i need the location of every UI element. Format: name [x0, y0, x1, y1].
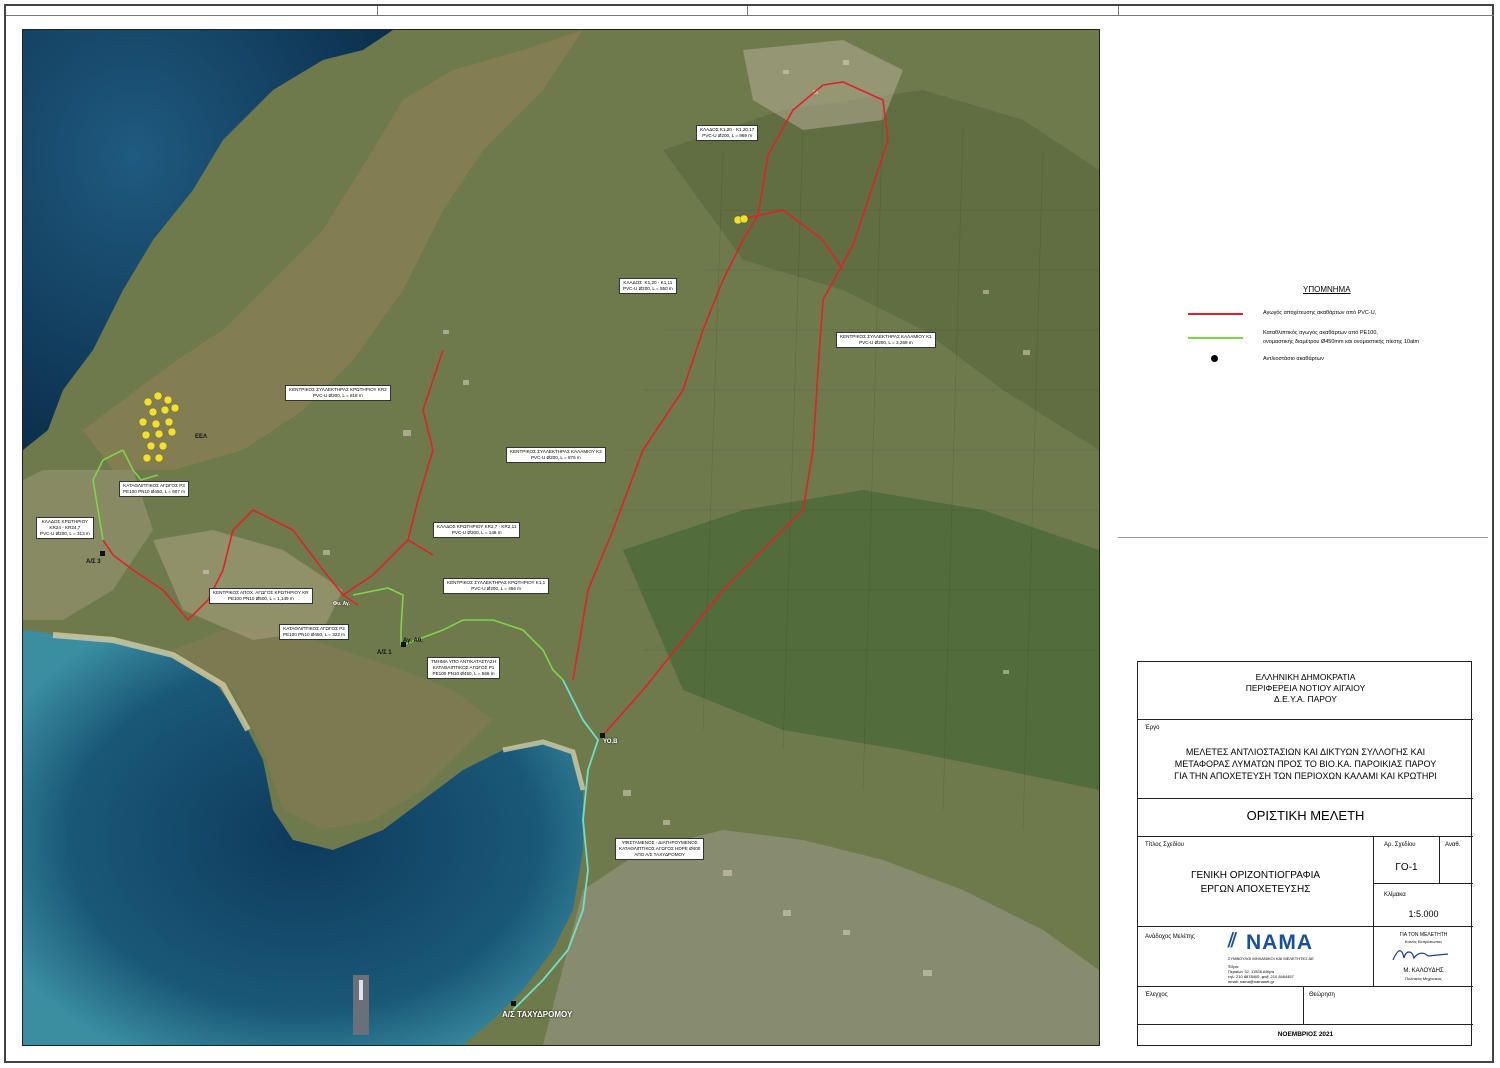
label-deal: ΕΕΛ: [195, 434, 208, 440]
label-ag: Αγ. Αθ.: [403, 638, 423, 644]
label-as3: Α/Σ 3: [86, 559, 101, 565]
divider: [1303, 986, 1304, 1024]
callout-yfistamenos: ΥΦΙΣΤΑΜΕΝΟΣ - ΔΙΑΤΗΡΟΥΜΕΝΟΣ ΚΑΤΑΘΛΙΠΤΙΚΟΣ…: [615, 838, 705, 860]
scale: 1:5.000: [1408, 909, 1439, 919]
right-divider: [1118, 537, 1488, 538]
top-strip: [6, 6, 1494, 16]
company-logo: NAMA: [1246, 931, 1313, 954]
title-block: ΕΛΛΗΝΙΚΗ ΔΗΜΟΚΡΑΤΙΑ ΠΕΡΙΦΕΡΕΙΑ ΝΟΤΙΟΥ ΑΙ…: [1137, 661, 1473, 1046]
pump-marker: [733, 214, 749, 225]
nama-logo-icon: ⫽: [1228, 930, 1237, 952]
legend-item-pump: Αντλιοστάσιο ακαθάρτων: [1263, 356, 1324, 362]
divider: [1138, 719, 1473, 720]
approval-label: Θεώρηση: [1309, 992, 1335, 998]
label-kr: Φυ. Αγ.: [333, 601, 351, 607]
callout-kentrikos-k1-1: ΚΕΝΤΡΙΚΟΣ ΣΥΛΛΕΚΤΗΡΑΣ ΚΡΩΤΗΡΙΟΥ Κ1,1 PVC-…: [443, 578, 550, 594]
callout-k1-20-k1-11: ΚΛΑΔΟΣ Κ1,20 - Κ1,11 PVC-U Ø200, L = 550 …: [619, 278, 677, 294]
authority-line-1: ΕΛΛΗΝΙΚΗ ΔΗΜΟΚΡΑΤΙΑ: [1255, 672, 1356, 682]
check-label: Έλεγχος: [1145, 992, 1168, 998]
authority-line-3: Δ.Ε.Υ.Α. ΠΑΡΟΥ: [1274, 694, 1337, 704]
engineer-title: Πολιτικός Μηχανικός: [1405, 976, 1442, 981]
engineer-name: Μ. ΚΑΛΟΥΔΗΣ: [1403, 968, 1444, 974]
company-tagline: ΣΥΜΒΟΥΛΟΙ ΜΗΧΑΝΙΚΟΙ ΚΑΙ ΜΕΛΕΤΗΤΕΣ ΑΕ: [1228, 956, 1314, 961]
label-taxydromou: Α/Σ ΤΑΧΥΔΡΟΜΟΥ: [502, 1010, 573, 1019]
project-line-2: ΜΕΤΑΦΟΡΑΣ ΛΥΜΑΤΩΝ ΠΡΟΣ ΤΟ ΒΙΟ.ΚΑ. ΠΑΡΟΙΚ…: [1174, 759, 1437, 769]
drawing-no-label: Αρ. Σχεδίου: [1384, 842, 1416, 848]
project-title: ΜΕΛΕΤΕΣ ΑΝΤΛΙΟΣΤΑΣΙΩΝ ΚΑΙ ΔΙΚΤΥΩΝ ΣΥΛΛΟΓ…: [1138, 746, 1473, 782]
stage: ΟΡΙΣΤΙΚΗ ΜΕΛΕΤΗ: [1246, 808, 1365, 823]
legend-title: ΥΠΟΜΝΗΜΑ: [1303, 285, 1351, 294]
drawing-title-line-2: ΕΡΓΩΝ ΑΠΟΧΕΤΕΥΣΗΣ: [1200, 884, 1311, 895]
legend-item-gravity: Αγωγός αποχέτευσης ακαθάρτων από PVC-U,: [1263, 310, 1377, 316]
divider: [1373, 883, 1473, 884]
legend-pump-icon: [1211, 355, 1218, 362]
scale-label: Κλίμακα: [1384, 892, 1406, 898]
for-engineer-label: ΓΙΑ ΤΟΝ ΜΕΛΕΤΗΤΗ: [1399, 932, 1448, 938]
legend-green-line: [1188, 337, 1243, 339]
drawing-title-line-1: ΓΕΝΙΚΗ ΟΡΙΖΟΝΤΙΟΓΡΑΦΙΑ: [1190, 870, 1321, 881]
revision-label: Αναθ.: [1445, 842, 1461, 848]
contractor-label: Ανάδοχος Μελέτης: [1145, 934, 1195, 940]
drawing-title-label: Τίτλος Σχεδίου: [1145, 842, 1184, 848]
divider: [1138, 836, 1473, 837]
callout-kentrikos-kr: ΚΕΝΤΡΙΚΟΣ ΑΠΟΧ. ΑΓΩΓΟΣ ΚΡΩΤΗΡΙΟΥ ΚR PE100…: [209, 588, 313, 604]
drawing-no: ΓΟ-1: [1395, 862, 1418, 873]
top-tick: [1118, 6, 1119, 15]
authority: ΕΛΛΗΝΙΚΗ ΔΗΜΟΚΡΑΤΙΑ ΠΕΡΙΦΕΡΕΙΑ ΝΟΤΙΟΥ ΑΙ…: [1138, 672, 1473, 705]
callout-katakt-p2: ΚΑΤΑΘΛΙΠΤΙΚΟΣ ΑΓΩΓΟΣ Ρ2 PE100 PN10 Ø450, …: [279, 624, 350, 640]
project-line-1: ΜΕΛΕΤΕΣ ΑΝΤΛΙΟΣΤΑΣΙΩΝ ΚΑΙ ΔΙΚΤΥΩΝ ΣΥΛΛΟΓ…: [1185, 747, 1426, 757]
top-tick: [747, 6, 748, 15]
divider: [1138, 798, 1473, 799]
authority-line-2: ΠΕΡΙΦΕΡΕΙΑ ΝΟΤΙΟΥ ΑΙΓΑΙΟΥ: [1245, 683, 1366, 693]
legend-item-pressure: Καταθλιπτικός αγωγός ακαθάρτων από PE100…: [1263, 330, 1378, 336]
callout-klados-kr2-7: ΚΛΑΔΟΣ ΚΡΩΤΗΡΙΟΥ ΚR2,7 - ΚR2,11 PVC-U Ø20…: [433, 522, 521, 538]
legend-item-pressure-2: ονομαστικής διαμέτρου Ø450mm και ονομαστ…: [1263, 339, 1420, 345]
divider: [1138, 1024, 1473, 1025]
project-line-3: ΓΙΑ ΤΗΝ ΑΠΟΧΕΤΕΥΣΗ ΤΩΝ ΠΕΡΙΟΧΩΝ ΚΑΛΑΜΙ Κ…: [1174, 771, 1437, 781]
company-address: Έδρα: Περαίων 32, 11528 Αθήνα τηλ: 210 8…: [1228, 964, 1294, 984]
divider: [1138, 986, 1473, 987]
callout-klados-kr24: ΚΛΑΔΟΣ ΚΡΩΤΗΡΙΟΥ ΚR24 - ΚR24,7 PVC-U Ø200,…: [36, 517, 94, 539]
callout-tmima-p1: ΤΜΗΜΑ ΥΠΟ ΑΝΤΙΚΑΤΑΣΤΑΣΗ ΚΑΤΑΘΛΙΠΤΙΚΟΣ ΑΓΩ…: [427, 657, 501, 679]
callout-kentrikos-k1: ΚΕΝΤΡΙΚΟΣ ΣΥΛΛΕΚΤΗΡΑΣ ΚΑΛΑΜΙΟΥ Κ1 PVC-U Ø…: [836, 332, 936, 348]
callout-k1-20: ΚΛΑΔΟΣ Κ1,20 - Κ1,20,17 PVC-U Ø200, L = 9…: [696, 125, 759, 141]
legend-red-line: [1188, 313, 1243, 315]
project-label: Έργο: [1145, 725, 1160, 731]
callout-kataktp3: ΚΑΤΑΘΛΙΠΤΙΚΟΣ ΑΓΩΓΟΣ Ρ3 PE100 PN10 Ø450, …: [119, 481, 190, 497]
address-line: email: nama@namanet.gr: [1228, 979, 1275, 984]
drawing-title: ΓΕΝΙΚΗ ΟΡΙΖΟΝΤΙΟΓΡΑΦΙΑ ΕΡΓΩΝ ΑΠΟΧΕΤΕΥΣΗΣ: [1138, 869, 1373, 897]
label-vio: ΥΟ.Β: [603, 739, 618, 745]
date: ΝΟΕΜΒΡΙΟΣ 2021: [1277, 1031, 1334, 1038]
callout-kentrikos-k3: ΚΕΝΤΡΙΚΟΣ ΣΥΛΛΕΚΤΗΡΑΣ ΚΑΛΑΜΙΟΥ Κ3 PVC-U Ø…: [506, 447, 606, 463]
divider: [1439, 836, 1440, 883]
map-frame[interactable]: ΚΛΑΔΟΣ Κ1,20 - Κ1,20,17 PVC-U Ø200, L = 9…: [22, 29, 1100, 1046]
callout-kentrikos-kr2: ΚΕΝΤΡΙΚΟΣ ΣΥΛΛΕΚΤΗΡΑΣ ΚΡΩΤΗΡΙΟΥ ΚR2 PVC-U…: [285, 385, 391, 401]
ship: [359, 980, 363, 1000]
signature: [1392, 950, 1449, 961]
label-as1: Α/Σ 1: [377, 650, 392, 656]
top-tick: [377, 6, 378, 15]
aerial-map: [23, 30, 1099, 1045]
divider: [1138, 926, 1473, 927]
